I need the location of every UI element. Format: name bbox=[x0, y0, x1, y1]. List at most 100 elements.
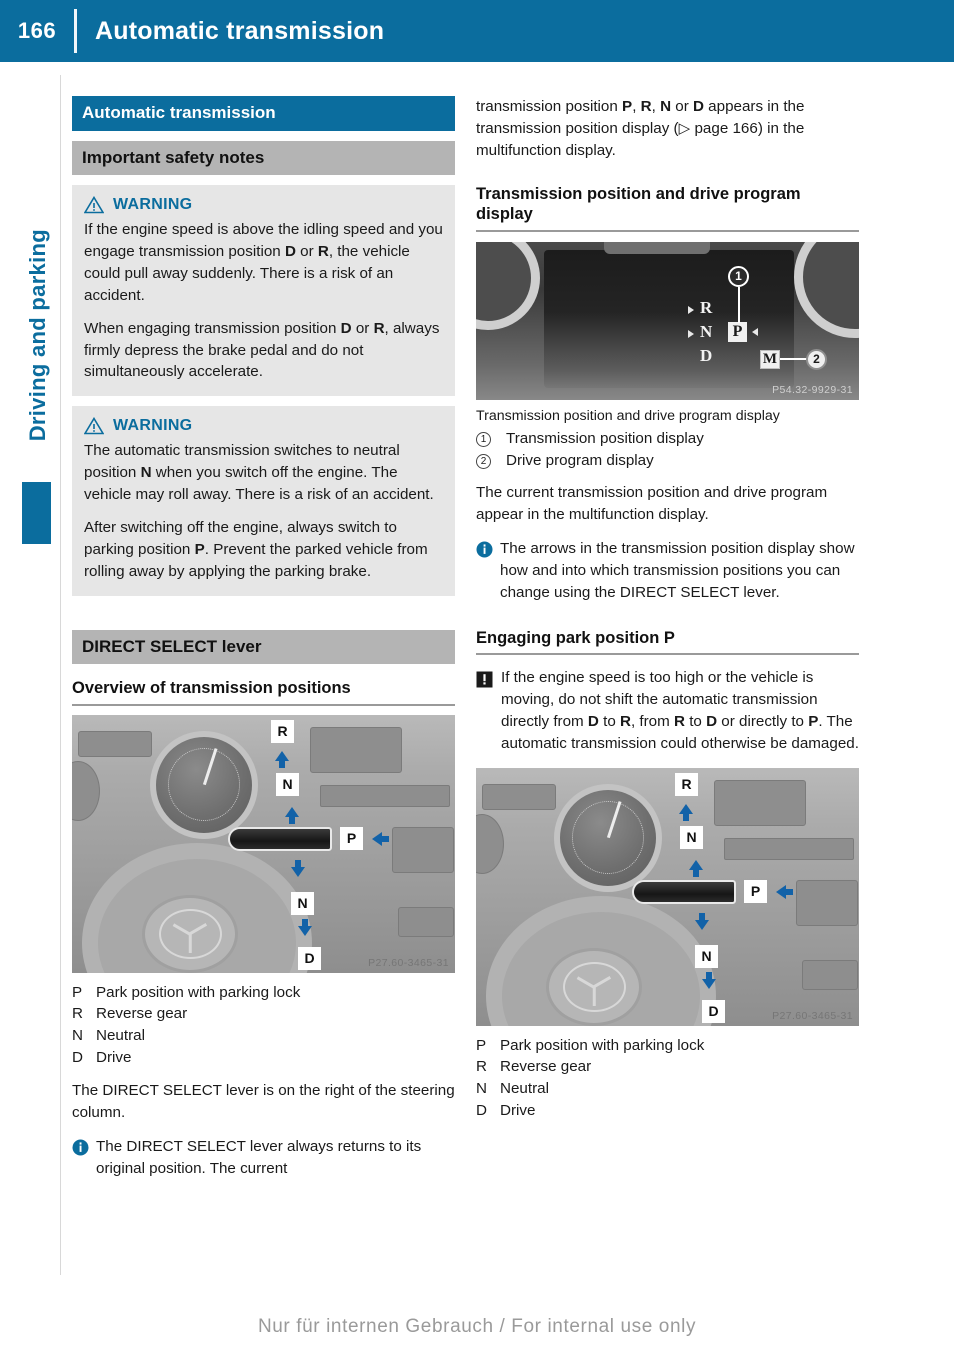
subsection-heading-direct-select-lever: DIRECT SELECT lever bbox=[72, 629, 455, 665]
lever-label-d: D bbox=[298, 946, 321, 970]
legend-key: R bbox=[72, 1005, 83, 1023]
display-position-n: N bbox=[700, 321, 713, 341]
legend-item: R Reverse gear bbox=[476, 1056, 859, 1078]
dash-trim bbox=[320, 784, 450, 807]
multifunction-display-photo: R N D P M 1 2 P54.32-9929-31 bbox=[476, 241, 859, 400]
air-vent-left-icon bbox=[482, 783, 556, 810]
legend-value: Park position with parking lock bbox=[96, 983, 301, 1001]
arrow-down-to-n-icon bbox=[695, 912, 709, 930]
figure-caption: Transmission position and drive program … bbox=[476, 407, 780, 424]
warning-2-paragraph-1: The automatic transmission switches to n… bbox=[84, 442, 434, 504]
multifunction-display-screen bbox=[544, 249, 794, 388]
display-callout-legend: 1 Transmission position display 2 Drive … bbox=[476, 428, 859, 471]
transmission-positions-legend-2: P Park position with parking lock R Reve… bbox=[476, 1035, 859, 1121]
air-vent-lower-icon bbox=[796, 879, 858, 926]
lever-label-n-upper: N bbox=[680, 825, 703, 849]
warning-box-2: WARNING The automatic transmission switc… bbox=[72, 406, 455, 596]
arrow-to-r-icon bbox=[688, 305, 694, 314]
heading-overview-transmission-positions: Overview of transmission positions bbox=[72, 678, 455, 706]
legend-value: Neutral bbox=[500, 1080, 549, 1098]
display-selected-position-p: P bbox=[728, 321, 747, 342]
legend-key: N bbox=[72, 1027, 83, 1044]
lever-label-r-top: R bbox=[675, 772, 698, 796]
legend-value: Drive program display bbox=[506, 451, 654, 469]
photo-id-label: P27.60-3465-31 bbox=[772, 1009, 853, 1022]
lever-label-n-upper: N bbox=[276, 772, 299, 796]
air-vent-right-icon bbox=[714, 779, 806, 826]
legend-item: N Neutral bbox=[72, 1025, 455, 1047]
column-divider bbox=[60, 75, 61, 1275]
info-note-left: The DIRECT SELECT lever always returns t… bbox=[72, 1136, 455, 1180]
dash-trim bbox=[724, 837, 854, 860]
mercedes-star-icon bbox=[158, 908, 222, 960]
legend-item: 2 Drive program display bbox=[476, 450, 859, 472]
lever-label-d: D bbox=[702, 999, 725, 1023]
continuation-paragraph: transmission position P, R, N or D appea… bbox=[476, 98, 805, 159]
direct-select-lever-photo-2: R N P N D P27.60-3465-31 bbox=[476, 767, 859, 1026]
legend-value: Drive bbox=[96, 1048, 132, 1066]
display-drive-program-m: M bbox=[760, 349, 780, 369]
callout-1-line bbox=[738, 286, 740, 323]
display-panel bbox=[802, 959, 858, 990]
direct-select-lever-photo: R N P N D P27.60-3465-31 bbox=[72, 714, 455, 973]
heading-engaging-park-position: Engaging park position P bbox=[476, 628, 859, 656]
warning-box-1: WARNING If the engine speed is above the… bbox=[72, 185, 455, 397]
arrow-down-to-d-icon bbox=[298, 918, 312, 936]
chapter-marker bbox=[22, 482, 51, 544]
header-divider bbox=[74, 9, 77, 53]
info-circle-icon bbox=[72, 1139, 89, 1156]
page-header: 166 Automatic transmission bbox=[0, 0, 954, 62]
warning-label-1: WARNING bbox=[113, 196, 193, 214]
legend-key: D bbox=[72, 1048, 83, 1066]
legend-key: D bbox=[476, 1101, 487, 1119]
legend-item: R Reverse gear bbox=[72, 1003, 455, 1025]
photo-id-label: P27.60-3465-31 bbox=[368, 956, 449, 969]
transmission-positions-legend: P Park position with parking lock R Reve… bbox=[72, 982, 455, 1068]
direct-select-lever-stalk bbox=[228, 826, 332, 851]
page-footer: Nur für internen Gebrauch / For internal… bbox=[257, 1316, 697, 1337]
air-vent-right-icon bbox=[310, 726, 402, 773]
instrument-gauge bbox=[150, 730, 258, 839]
air-vent-lower-icon bbox=[392, 826, 454, 873]
warning-triangle-icon bbox=[84, 417, 104, 435]
air-vent-left-icon bbox=[78, 730, 152, 757]
warning-label-2: WARNING bbox=[113, 417, 193, 435]
info-note-right: The arrows in the transmission position … bbox=[476, 538, 859, 604]
lever-label-n-lower: N bbox=[695, 944, 718, 968]
steering-wheel-hub bbox=[142, 894, 238, 973]
arrow-left-to-p-icon bbox=[776, 884, 793, 899]
warning-title-2: WARNING bbox=[84, 417, 443, 435]
page-number: 166 bbox=[17, 18, 57, 43]
display-position-d: D bbox=[700, 345, 713, 365]
caution-exclamation-icon bbox=[476, 671, 493, 688]
arrow-up-to-n-icon bbox=[689, 859, 703, 877]
display-body-text: The current transmission position and dr… bbox=[476, 484, 828, 524]
legend-key: 1 bbox=[476, 428, 506, 450]
circled-number-2: 2 bbox=[476, 453, 491, 469]
legend-key: N bbox=[476, 1080, 487, 1098]
caution-note: If the engine speed is too high or the v… bbox=[476, 667, 859, 755]
page-title: Automatic transmission bbox=[95, 16, 385, 45]
direct-select-lever-stalk bbox=[632, 879, 736, 904]
legend-value: Transmission position display bbox=[506, 430, 704, 448]
info-note-left-text: The DIRECT SELECT lever always returns t… bbox=[96, 1137, 422, 1177]
legend-key: P bbox=[476, 1036, 487, 1054]
warning-triangle-icon bbox=[84, 196, 104, 214]
legend-item: P Park position with parking lock bbox=[476, 1035, 859, 1057]
legend-item: 1 Transmission position display bbox=[476, 428, 859, 450]
warning-title-1: WARNING bbox=[84, 196, 443, 214]
lever-label-p: P bbox=[744, 879, 767, 903]
legend-value: Reverse gear bbox=[96, 1005, 188, 1023]
arrow-left-to-p-icon bbox=[372, 831, 389, 846]
arrow-up-to-n-icon bbox=[285, 806, 299, 824]
legend-value: Neutral bbox=[96, 1027, 145, 1044]
display-position-r: R bbox=[700, 297, 713, 317]
arrow-to-n-icon bbox=[688, 329, 694, 338]
callout-2: 2 bbox=[806, 348, 827, 370]
legend-key: P bbox=[72, 983, 83, 1001]
callout-1: 1 bbox=[728, 265, 749, 287]
legend-key: 2 bbox=[476, 450, 506, 472]
circled-number-1: 1 bbox=[476, 432, 491, 448]
legend-item: D Drive bbox=[476, 1100, 859, 1122]
arrow-indicator-icon bbox=[752, 327, 758, 336]
